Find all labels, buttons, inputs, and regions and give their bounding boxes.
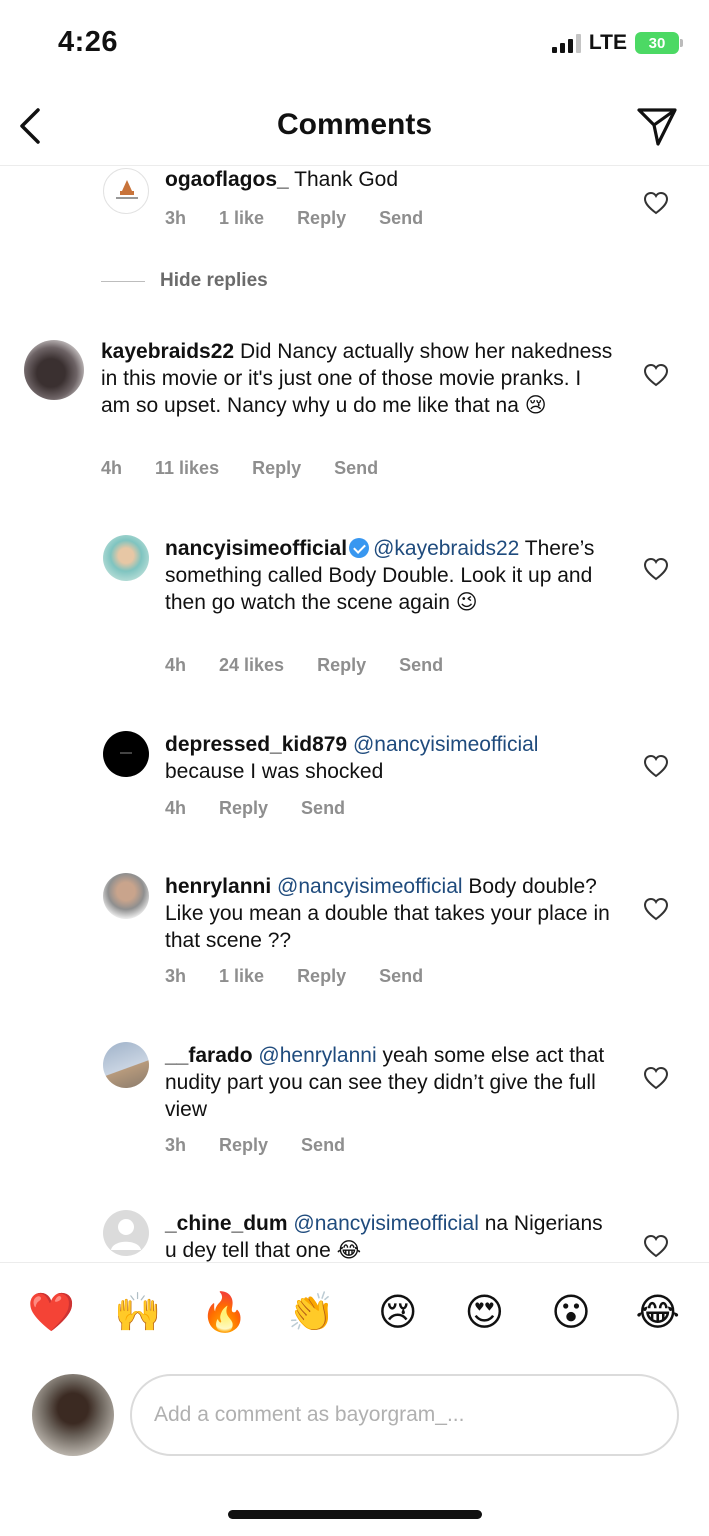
verified-badge-icon	[349, 538, 370, 558]
comment-time: 3h	[165, 1135, 187, 1155]
reply-button[interactable]: Reply	[317, 655, 366, 676]
heart-icon[interactable]	[643, 191, 669, 215]
likes-count[interactable]: 24 likes	[219, 655, 284, 676]
avatar[interactable]	[103, 731, 149, 777]
comment-meta: 3h Reply Send	[165, 1135, 345, 1156]
likes-count[interactable]: 1 like	[219, 208, 264, 229]
logo-avatar-icon	[116, 180, 138, 199]
emoji-clapping[interactable]: 👏	[282, 1291, 340, 1335]
comment-username[interactable]: depressed_kid879	[165, 733, 347, 756]
reply-button[interactable]: Reply	[252, 458, 301, 479]
comment-text: ogaoflagos_ Thank God	[165, 166, 615, 193]
send-button[interactable]: Send	[301, 1135, 345, 1156]
avatar[interactable]	[103, 535, 149, 581]
emoji-crying[interactable]: 😢	[369, 1290, 427, 1335]
comment-mention[interactable]: @nancyisimeofficial	[293, 1212, 479, 1235]
comment-text: kayebraids22 Did Nancy actually show her…	[101, 338, 616, 419]
share-button[interactable]	[635, 104, 679, 148]
heart-icon[interactable]	[643, 1234, 669, 1258]
comments-list[interactable]: ogaoflagos_ Thank God 3h 1 like Reply Se…	[0, 166, 709, 1262]
emoji-surprised[interactable]: 😮	[542, 1290, 600, 1335]
reply-button[interactable]: Reply	[297, 966, 346, 987]
comment-mention[interactable]: @kayebraids22	[373, 537, 519, 560]
heart-icon[interactable]	[643, 1066, 669, 1090]
avatar[interactable]	[103, 1042, 149, 1088]
comment-username[interactable]: __farado	[165, 1044, 253, 1067]
status-time: 4:26	[58, 26, 119, 58]
comment-time: 4h	[165, 655, 187, 675]
hide-replies-button[interactable]: Hide replies	[101, 270, 268, 292]
comment-time: 3h	[165, 966, 187, 986]
comment-body: because I was shocked	[165, 760, 384, 783]
send-button[interactable]: Send	[301, 798, 345, 819]
comment-meta: 3h 1 like Reply Send	[165, 208, 423, 229]
comment-time: 3h	[165, 208, 187, 228]
likes-count[interactable]: 1 like	[219, 966, 264, 987]
header: Comments	[0, 90, 709, 166]
comment-time: 4h	[165, 798, 187, 818]
heart-icon[interactable]	[643, 897, 669, 921]
home-indicator[interactable]	[228, 1510, 482, 1519]
comment-time: 4h	[101, 458, 123, 478]
heart-icon[interactable]	[643, 754, 669, 778]
divider	[101, 280, 145, 282]
signal-icon	[551, 33, 581, 53]
network-label: LTE	[588, 31, 627, 54]
status-indicators: LTE 30	[551, 31, 683, 55]
status-bar: 4:26 LTE 30	[0, 0, 709, 90]
comment-meta: 3h 1 like Reply Send	[165, 966, 423, 987]
hide-replies-label: Hide replies	[160, 270, 268, 291]
avatar	[32, 1374, 114, 1456]
avatar[interactable]	[103, 1210, 149, 1256]
send-button[interactable]: Send	[379, 966, 423, 987]
emoji-heart[interactable]: ❤️	[22, 1291, 80, 1335]
heart-icon[interactable]	[643, 557, 669, 581]
send-button[interactable]: Send	[334, 458, 378, 479]
reply-button[interactable]: Reply	[297, 208, 346, 229]
emoji-quick-bar: ❤️ 🙌 🔥 👏 😢 😍 😮 😂	[0, 1262, 709, 1362]
send-button[interactable]: Send	[379, 208, 423, 229]
emoji-fire[interactable]: 🔥	[196, 1291, 254, 1335]
send-button[interactable]: Send	[399, 655, 443, 676]
avatar[interactable]	[103, 168, 149, 214]
comment-username[interactable]: nancyisimeofficial	[165, 537, 347, 560]
reply-button[interactable]: Reply	[219, 1135, 268, 1156]
avatar[interactable]	[24, 340, 84, 400]
comment-username[interactable]: henrylanni	[165, 875, 271, 898]
comment-mention[interactable]: @nancyisimeofficial	[277, 875, 463, 898]
comment-mention[interactable]: @henrylanni	[258, 1044, 376, 1067]
comment-mention[interactable]: @nancyisimeofficial	[353, 733, 539, 756]
comment-text: _chine_dum @nancyisimeofficial na Nigeri…	[165, 1210, 615, 1262]
reply-button[interactable]: Reply	[219, 798, 268, 819]
default-avatar-icon	[111, 1219, 141, 1250]
comment-username[interactable]: kayebraids22	[101, 340, 234, 363]
battery-level: 30	[648, 34, 666, 52]
battery-icon: 30	[635, 32, 683, 54]
comment-text: henrylanni @nancyisimeofficial Body doub…	[165, 873, 615, 954]
comment-username[interactable]: ogaoflagos_	[165, 168, 289, 191]
comment-text: nancyisimeofficial @kayebraids22 There’s …	[165, 535, 615, 616]
comment-input[interactable]	[130, 1374, 679, 1456]
comment-meta: 4h Reply Send	[165, 798, 345, 819]
comment-username[interactable]: _chine_dum	[165, 1212, 288, 1235]
emoji-laughing[interactable]: 😂	[629, 1290, 687, 1335]
comment-text: __farado @henrylanni yeah some else act …	[165, 1042, 615, 1123]
emoji-raised-hands[interactable]: 🙌	[109, 1291, 167, 1335]
comment-composer	[0, 1362, 709, 1472]
comment-body: Thank God	[288, 168, 399, 191]
likes-count[interactable]: 11 likes	[155, 458, 219, 479]
page-title: Comments	[276, 108, 433, 141]
paper-plane-icon	[637, 108, 677, 146]
comment-text: depressed_kid879 @nancyisimeofficial bec…	[165, 731, 615, 785]
heart-icon[interactable]	[643, 363, 669, 387]
comment-meta: 4h 24 likes Reply Send	[165, 655, 443, 676]
comment-meta: 4h 11 likes Reply Send	[101, 458, 378, 479]
emoji-heart-eyes[interactable]: 😍	[455, 1290, 513, 1335]
avatar[interactable]	[103, 873, 149, 919]
